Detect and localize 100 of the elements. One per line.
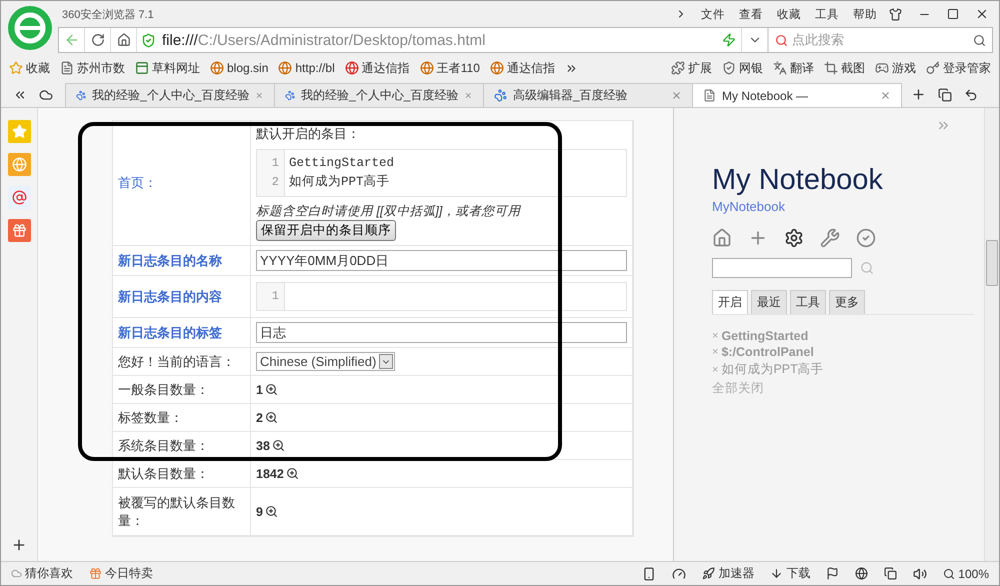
rocket-icon[interactable]	[702, 567, 716, 580]
toolbar-item[interactable]: 扩展	[688, 60, 712, 76]
input-field[interactable]: 日志	[256, 322, 627, 343]
zoom-icon[interactable]	[943, 568, 956, 580]
row-label: 您好！当前的语言：	[118, 352, 236, 370]
add-icon[interactable]	[11, 537, 27, 553]
toolbar-item[interactable]: 登录管家	[943, 60, 991, 76]
bookmark[interactable]: 收藏	[26, 60, 50, 76]
grid-icon	[135, 61, 149, 75]
menu-item[interactable]: 帮助	[853, 6, 877, 22]
count-value: 1842	[256, 466, 284, 480]
gift-icon	[89, 567, 102, 580]
tool-icon[interactable]	[824, 61, 838, 75]
order-button[interactable]: 保留开启中的条目顺序	[256, 220, 396, 241]
menu-item[interactable]: 收藏	[777, 6, 801, 22]
browser-tab[interactable]: 我的经验_个人中心_百度经验	[274, 83, 484, 107]
toolbar-item[interactable]: 游戏	[892, 60, 916, 76]
tool-icon[interactable]	[875, 61, 889, 75]
toolbar-item[interactable]: 截图	[841, 60, 865, 76]
menu-item[interactable]: 工具	[815, 6, 839, 22]
tool-icon[interactable]	[773, 61, 787, 75]
close-icon[interactable]	[975, 7, 989, 21]
volume-icon[interactable]	[913, 566, 928, 580]
zoom-icon[interactable]	[286, 467, 299, 480]
row-label: 一般条目数量：	[118, 380, 210, 398]
undo-icon[interactable]	[964, 88, 978, 102]
download-icon[interactable]	[770, 567, 784, 580]
row-link[interactable]: 新日志条目的名称	[118, 252, 245, 270]
globe-icon	[490, 61, 504, 75]
scrollbar[interactable]	[984, 108, 999, 561]
browser-logo	[7, 5, 53, 51]
bookmark[interactable]: 通达信指	[362, 60, 410, 76]
paw-icon	[285, 89, 296, 102]
bookmark[interactable]: 苏州市数	[77, 60, 125, 76]
zoom-icon[interactable]	[264, 411, 278, 424]
flag-icon[interactable]	[826, 567, 840, 580]
window-icon[interactable]	[884, 567, 898, 580]
phone-icon[interactable]	[642, 566, 656, 580]
zoom-icon[interactable]	[264, 505, 278, 518]
browser-tab[interactable]: 高级编辑器_百度经验	[483, 83, 693, 107]
hint-text: 标题含空白时请使用 [[双中括弧]]，或者您可用	[256, 203, 522, 220]
globe-icon	[344, 61, 359, 75]
window-title: 360安全浏览器 7.1	[62, 8, 154, 22]
zoom-level[interactable]: 100%	[958, 566, 989, 580]
row-link[interactable]: 新日志条目的内容	[118, 288, 245, 306]
globe-icon	[420, 61, 434, 75]
browser-tab[interactable]: My Notebook —	[692, 83, 902, 107]
tool-icon[interactable]	[926, 61, 940, 75]
page-icon	[703, 89, 716, 102]
sidebar-tab[interactable]: 开启	[712, 290, 748, 314]
gauge-icon[interactable]	[672, 566, 686, 580]
code-editor[interactable]: 1 2 GettingStarted 如何成为PPT高手	[256, 149, 627, 197]
new-tab-icon[interactable]	[911, 87, 926, 102]
bag-icon[interactable]	[8, 219, 30, 242]
wrench-icon[interactable]	[820, 228, 840, 248]
menu-item[interactable]: 文件	[701, 6, 725, 22]
globe-icon	[278, 61, 292, 75]
tool-icon[interactable]	[722, 61, 736, 75]
cloud-icon[interactable]	[39, 88, 53, 102]
bookmark[interactable]: 草料网址	[152, 60, 200, 76]
count-value: 38	[256, 438, 270, 452]
toolbar-item[interactable]: 翻译	[790, 60, 814, 76]
input-field[interactable]: YYYY年0MM月0DD日	[256, 250, 627, 271]
star-icon	[9, 61, 23, 75]
tool-icon[interactable]	[671, 61, 685, 75]
bookmark[interactable]: blog.sin	[227, 61, 268, 75]
paw-icon	[76, 89, 86, 102]
language-select[interactable]: Chinese (Simplified)	[256, 352, 396, 371]
zoom-icon[interactable]	[272, 439, 285, 452]
count-value: 1	[256, 382, 263, 396]
status-link[interactable]: 猜你喜欢	[25, 565, 73, 582]
row-link[interactable]: 首页：	[118, 174, 245, 192]
toolbar-item[interactable]: 网银	[739, 60, 763, 76]
accelerator-button[interactable]: 加速器	[718, 565, 754, 582]
maximize-icon[interactable]	[947, 8, 959, 20]
count-value: 2	[256, 410, 263, 424]
mail-icon[interactable]	[8, 186, 30, 209]
row-label: 系统条目数量：	[118, 436, 210, 454]
sidebar-tab[interactable]: 最近	[751, 290, 787, 314]
paw-icon	[494, 89, 507, 102]
menu-item[interactable]: 查看	[739, 6, 763, 22]
check-icon[interactable]	[856, 228, 876, 248]
row-link[interactable]: 新日志条目的标签	[118, 324, 245, 342]
download-button[interactable]: 下载	[786, 565, 810, 582]
home-icon[interactable]	[712, 228, 732, 248]
intro-text: 默认开启的条目：	[256, 125, 361, 143]
zoom-icon[interactable]	[264, 383, 278, 396]
browser-tab[interactable]: 我的经验_个人中心_百度经验	[65, 83, 275, 107]
bookmark[interactable]: 通达信指	[506, 60, 555, 76]
sidebar-tab[interactable]: 工具	[790, 290, 826, 314]
settings-icon[interactable]	[784, 228, 804, 248]
sidebar-tab[interactable]: 更多	[829, 290, 865, 314]
tabs-icon[interactable]	[938, 88, 952, 102]
status-link[interactable]: 今日特卖	[105, 565, 153, 582]
globe-icon[interactable]	[855, 567, 868, 580]
bookmark[interactable]: http://bl	[295, 61, 335, 75]
shirt-icon[interactable]	[889, 8, 902, 20]
row-label: 标签数量：	[118, 408, 184, 426]
bookmark[interactable]: 王者110	[436, 60, 480, 76]
search-field[interactable]	[712, 258, 852, 278]
